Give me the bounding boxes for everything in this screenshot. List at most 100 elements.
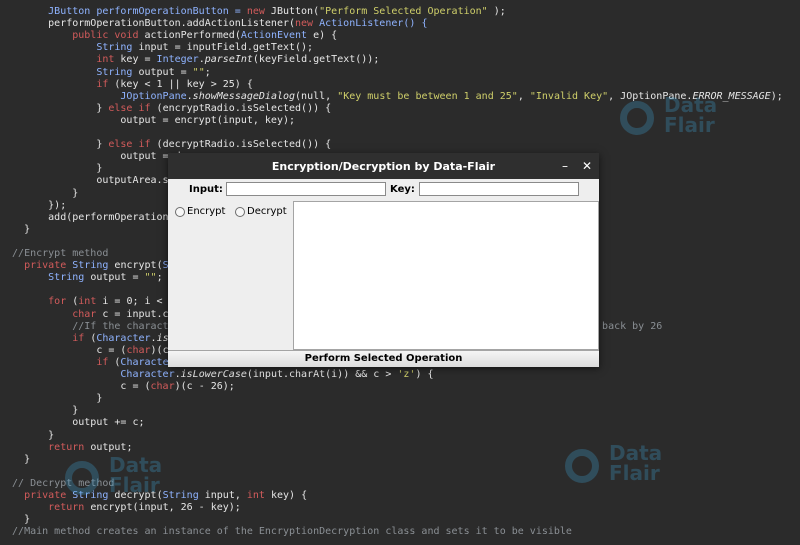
code-token: output = encrypt(input, key); [0,114,296,126]
code-token: c = ( [0,344,127,356]
code-line: output += c; [0,417,144,429]
code-token: ActionListener() { [313,18,428,30]
code-token: int [78,296,97,308]
decrypt-radio-label: Decrypt [247,206,287,217]
code-token: } [0,223,31,235]
code-token: char [126,344,151,356]
encryption-dialog: Encryption/Decryption by Data-Flair – ✕ … [168,153,599,367]
perform-operation-button[interactable]: Perform Selected Operation [168,350,599,367]
code-line: //Main method creates an instance of the… [0,526,572,538]
code-line: } else if (encryptRadio.isSelected()) { [0,103,331,115]
code-line: } [0,454,30,466]
code-token: "" [144,272,157,284]
code-line: performOperationButton.addActionListener… [0,18,427,30]
code-token: else if [108,139,151,151]
dataflair-logo-icon [65,461,99,495]
code-token: new [246,6,265,17]
code-token: output = [132,66,193,78]
code-token: key = [114,54,157,66]
code-line: outputArea.set [0,175,181,187]
code-token: //Encrypt method [0,248,109,259]
code-line: String output = ""; [0,66,210,79]
code-line: if (Character.isLe [0,332,180,345]
code-token: } [0,514,31,526]
watermark-text: DataFlair [109,453,163,497]
code-line: } [0,405,78,417]
code-line: c = (char)(c + [0,344,180,357]
code-token: outputArea.set [0,175,181,187]
code-line: } [0,514,30,526]
code-token: (key < 1 || key > 25) { [108,78,253,90]
code-line: if (Character. [0,356,180,369]
code-token: private [24,490,67,501]
code-token: } [0,102,109,114]
code-token: } [0,453,31,465]
input-label: Input: [189,184,223,195]
dataflair-watermark: DataFlair [620,95,780,155]
code-line: } [0,224,30,236]
key-field[interactable] [419,182,579,196]
code-token: //If the character [0,320,181,332]
encrypt-radio[interactable]: Encrypt [175,206,235,218]
code-token: } [0,187,79,199]
code-token: ); [487,6,506,17]
input-field[interactable] [226,182,386,196]
code-line: output = encrypt(input, key); [0,115,295,127]
code-token: String [66,260,109,272]
code-line: for (int i = 0; i < in [0,296,180,308]
code-token: parseInt [204,54,253,66]
dialog-titlebar[interactable]: Encryption/Decryption by Data-Flair – ✕ [168,153,599,179]
code-token: int [246,490,265,501]
decrypt-radio[interactable]: Decrypt [235,206,295,218]
code-line: String input = inputField.getText(); [0,42,313,54]
code-token: encrypt( [108,260,163,272]
code-token: isLowerCase [180,369,247,380]
code-token: output = [84,272,145,284]
code-token: (decryptRadio.isSelected()) { [150,139,332,151]
key-label: Key: [390,184,415,195]
code-line: if (key < 1 || key > 25) { [0,79,253,91]
code-token: (encryptRadio.isSelected()) { [150,102,332,114]
encrypt-radio-label: Encrypt [187,206,226,217]
code-line: Character.isLowerCase(input.charAt(i)) &… [0,369,433,381]
code-line: JButton performOperationButton = new JBu… [0,6,506,18]
code-token: ; [156,272,163,284]
code-token: "Perform Selected Operation" [319,6,488,17]
radio-circle-icon[interactable] [175,207,185,217]
code-token: if [0,332,85,344]
code-token: ( [66,296,79,308]
code-token: int [0,54,115,66]
code-token: } [0,139,109,151]
output-area[interactable] [293,201,599,350]
code-line: int key = Integer.parseInt(keyField.getT… [0,54,379,66]
code-token: return [0,441,85,453]
code-token: } [0,163,103,175]
code-token: key) { [264,490,308,501]
code-token: if [0,356,109,368]
code-token: ( [108,356,121,368]
dataflair-watermark: DataFlair [65,455,225,515]
code-token: ( [84,332,97,344]
code-line: //Encrypt method [0,248,108,260]
close-button[interactable]: ✕ [579,158,595,174]
code-token: String [0,66,133,78]
code-token: (null, [295,90,338,102]
code-line: public void actionPerformed(ActionEvent … [0,30,337,42]
code-token: char [0,308,97,320]
code-token: JButton( [264,6,320,17]
code-line: }); [0,200,66,212]
code-token: "" [192,66,205,78]
code-token: )(c - 26); [174,381,235,393]
code-token: e) { [307,30,338,42]
code-line: } [0,393,102,405]
code-token: Character [120,356,175,368]
code-token: new [295,18,314,30]
watermark-text: DataFlair [609,441,663,485]
code-token: if [0,78,109,90]
code-token: showMessageDialog [192,90,296,102]
code-token: public void [72,30,139,42]
code-line: add(performOperationBu [0,212,180,224]
minimize-button[interactable]: – [557,158,573,174]
radio-circle-icon[interactable] [235,207,245,217]
